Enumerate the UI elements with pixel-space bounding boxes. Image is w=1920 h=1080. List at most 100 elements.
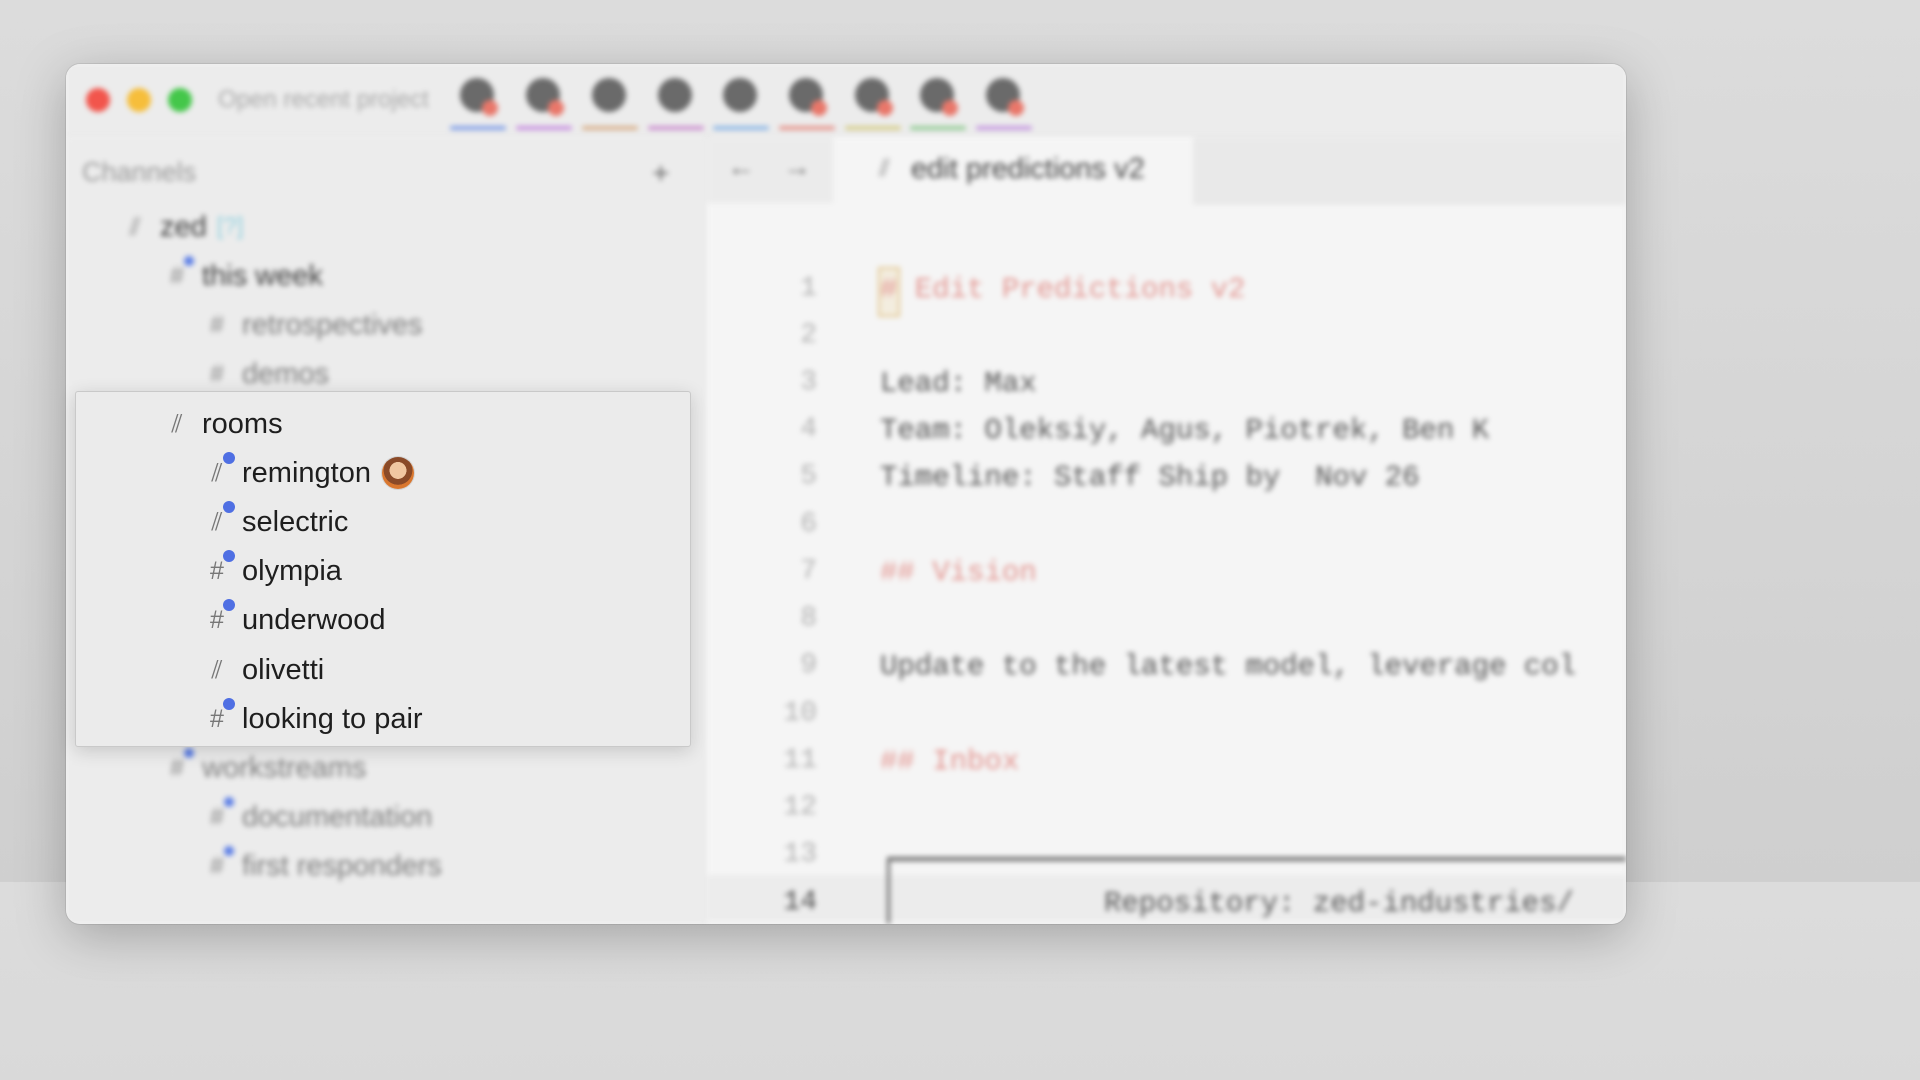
channel-label: looking to pair: [242, 702, 423, 735]
sidebar-item-workstreams[interactable]: # workstreams: [162, 746, 366, 790]
channel-label: olivetti: [242, 653, 325, 686]
collaborator-avatar[interactable]: [845, 78, 901, 136]
channel-item-looking-to-pair[interactable]: # looking to pair: [202, 697, 423, 741]
broadcast-icon: ⫽: [129, 212, 141, 241]
line-number: 13: [783, 839, 817, 870]
unread-dot: [223, 697, 235, 710]
sidebar-item-zed[interactable]: ⫽ zed [?]: [120, 205, 243, 249]
broadcast-icon: ⫽: [171, 409, 183, 438]
code-line[interactable]: Repository: zed-industries/: [1104, 887, 1574, 920]
line-number: 6: [800, 509, 817, 540]
collaborator-color-bar: [450, 126, 506, 130]
line-number: 11: [783, 745, 817, 776]
channel-label: rooms: [202, 407, 283, 440]
hash-icon: #: [210, 310, 224, 339]
hash-icon: #: [162, 747, 194, 783]
table-border: [887, 857, 1626, 861]
hash-icon: #: [210, 359, 224, 388]
sidebar-item-label: workstreams: [202, 751, 367, 784]
add-channel-button[interactable]: +: [652, 157, 670, 191]
hash-icon: #: [202, 796, 234, 832]
title-bar: Open recent project: [66, 64, 1626, 137]
collaborator-avatar[interactable]: [648, 78, 704, 136]
tab-edit-predictions[interactable]: ⫽ edit predictions v2: [833, 137, 1193, 204]
line-number: 2: [800, 320, 817, 351]
collaborator-avatar[interactable]: [779, 78, 835, 136]
muted-mic-icon: [1008, 100, 1024, 116]
line-number: 7: [800, 556, 817, 587]
collaborator-color-bar: [516, 126, 572, 130]
hash-icon: #: [202, 598, 235, 635]
broadcast-icon: ⫽: [202, 500, 235, 537]
unread-dot: [223, 500, 235, 513]
muted-mic-icon: [877, 100, 893, 116]
collaborator-color-bar: [910, 126, 966, 130]
close-window-button[interactable]: [86, 88, 110, 112]
channel-item-rooms[interactable]: ⫽ rooms: [162, 402, 283, 446]
collaborator-avatar[interactable]: [976, 78, 1032, 136]
minimize-window-button[interactable]: [127, 88, 151, 112]
line-number: 4: [800, 414, 817, 445]
code-line[interactable]: ## Vision: [880, 556, 1037, 589]
sidebar-item-label: demos: [242, 357, 330, 390]
line-number: 12: [783, 792, 817, 823]
collaborator-color-bar: [582, 126, 638, 130]
channel-label: selectric: [242, 505, 349, 538]
channel-item-olivetti[interactable]: ⫽ olivetti: [202, 648, 324, 692]
collaborator-color-bar: [779, 126, 835, 130]
sidebar-item-label: this week: [202, 259, 323, 292]
collaborator-avatar[interactable]: [713, 78, 769, 136]
line-number: 1: [800, 273, 817, 304]
collaborator-avatar[interactable]: [910, 78, 966, 136]
participant-avatar[interactable]: [381, 457, 414, 489]
code-line[interactable]: Team: Oleksiy, Agus, Piotrek, Ben K: [880, 414, 1489, 447]
muted-mic-icon: [482, 100, 498, 116]
sidebar-item-label: first responders: [242, 849, 442, 882]
open-recent-project-button[interactable]: Open recent project: [218, 86, 429, 114]
table-border: [887, 857, 890, 924]
forward-arrow-icon[interactable]: →: [783, 151, 811, 183]
muted-mic-icon: [942, 100, 958, 116]
collaborator-avatar[interactable]: [516, 78, 572, 136]
sidebar-item-first-responders[interactable]: # first responders: [202, 844, 442, 888]
collaborator-color-bar: [845, 126, 901, 130]
sidebar-item-retrospectives[interactable]: # retrospectives: [202, 303, 422, 347]
channel-item-olympia[interactable]: # olympia: [202, 549, 342, 593]
hash-icon: #: [202, 549, 235, 586]
sidebar-item-label: zed: [160, 210, 207, 243]
channel-label: olympia: [242, 554, 342, 587]
sidebar-item-demos[interactable]: # demos: [202, 352, 329, 396]
collaborator-color-bar: [713, 126, 769, 130]
hash-icon: #: [162, 255, 194, 291]
unread-dot: [223, 598, 235, 611]
code-line[interactable]: Update to the latest model, leverage col: [880, 650, 1576, 683]
channel-label: underwood: [242, 603, 386, 636]
hash-icon: #: [202, 697, 235, 734]
collaborator-color-bar: [976, 126, 1032, 130]
code-line[interactable]: Lead: Max: [880, 367, 1037, 400]
line-number: 3: [800, 367, 817, 398]
back-arrow-icon[interactable]: ←: [727, 151, 755, 183]
line-number: 9: [800, 650, 817, 681]
zoom-window-button[interactable]: [168, 88, 192, 112]
sidebar-item-label: documentation: [242, 800, 433, 833]
tab-title: edit predictions v2: [911, 153, 1145, 185]
sidebar-item-this-week[interactable]: # this week: [162, 254, 323, 298]
code-line[interactable]: Timeline: Staff Ship by Nov 26: [880, 461, 1420, 494]
channels-heading: Channels: [82, 157, 197, 187]
code-line[interactable]: ## Inbox: [880, 745, 1019, 778]
muted-mic-icon: [811, 100, 827, 116]
sidebar-item-documentation[interactable]: # documentation: [202, 795, 432, 839]
hash-icon: #: [202, 845, 234, 881]
channel-item-selectric[interactable]: ⫽ selectric: [202, 500, 348, 544]
collaborator-avatar[interactable]: [582, 78, 638, 136]
line-number: 5: [800, 461, 817, 492]
collaborator-avatar[interactable]: [450, 78, 506, 136]
line-number: 8: [800, 603, 817, 634]
unread-dot: [223, 451, 235, 464]
channel-item-remington[interactable]: ⫽ remington: [202, 451, 414, 495]
editor-pane: ← → ⫽ edit predictions v2 1 2 3 4 5 6 7 …: [707, 137, 1626, 924]
channel-item-underwood[interactable]: # underwood: [202, 598, 386, 642]
code-line[interactable]: # Edit Predictions v2: [880, 273, 1245, 306]
tab-bar: ⫽ edit predictions v2: [833, 137, 1626, 204]
